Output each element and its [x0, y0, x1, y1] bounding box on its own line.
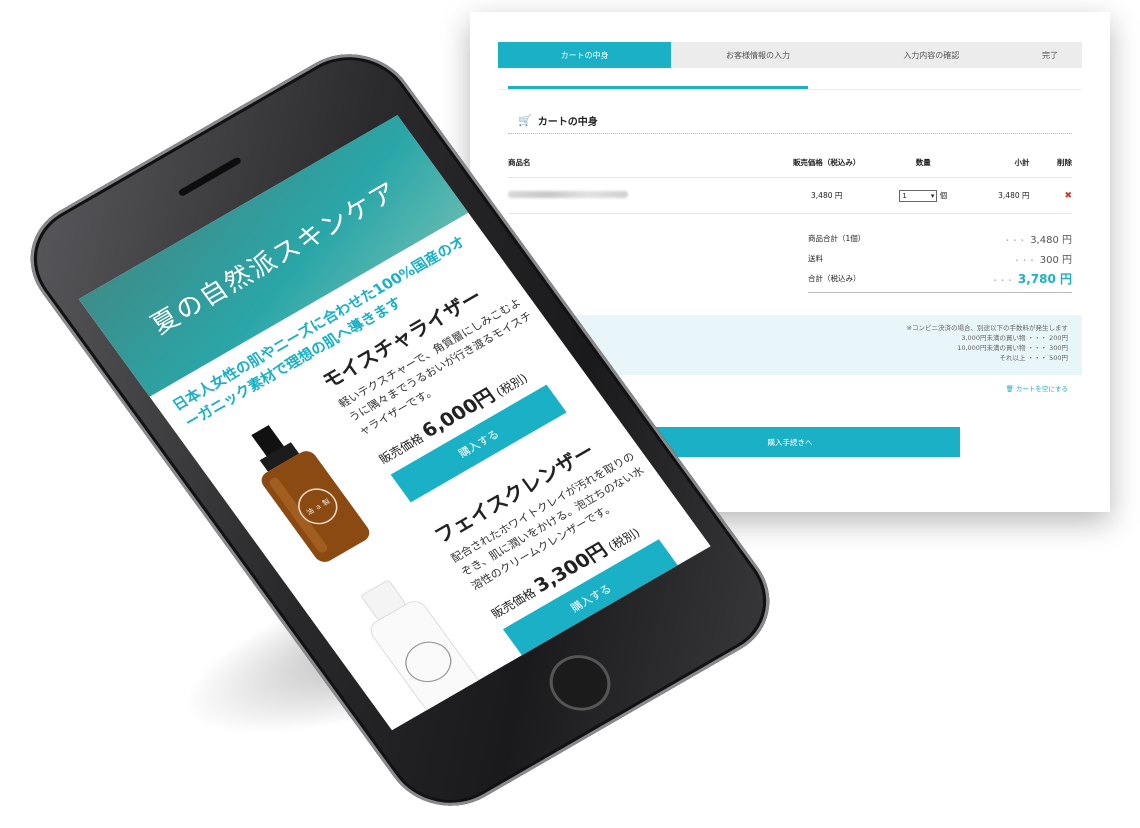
home-button[interactable]: [537, 644, 623, 721]
row-qty: 1 ▾ 個: [885, 189, 962, 202]
grand-total-amount: 3,780 円: [1017, 271, 1072, 286]
speaker-grille: [177, 156, 243, 198]
col-qty: 数量: [915, 158, 931, 167]
quantity-value: 1: [902, 191, 907, 200]
notice-line: 3,000円未満の買い物 ・・・ 200円: [961, 334, 1068, 342]
checkout-steps: カートの中身 お客様情報の入力 入力内容の確認 完了: [498, 42, 1082, 68]
row-price: 3,480 円: [811, 191, 843, 200]
chevron-down-icon: ▾: [930, 191, 935, 200]
notice-line: ※コンビニ決済の場合、別途以下の手数料が発生します: [906, 324, 1068, 332]
total-line-items: 商品合計（1個） ・・・ 3,480 円: [808, 233, 1072, 246]
blurred-product-name: [508, 191, 769, 200]
step-complete[interactable]: 完了: [1017, 42, 1082, 68]
col-price: 販売価格（税込み）: [792, 158, 861, 167]
table-row: 3,480 円 1 ▾ 個 3,480 円 ✖: [508, 178, 1072, 214]
shipping-amount: 300 円: [1039, 254, 1072, 266]
quantity-select[interactable]: 1 ▾: [899, 189, 938, 202]
items-total-amount: 3,480 円: [1030, 234, 1072, 246]
qty-unit: 個: [939, 190, 948, 200]
shipping-label: 送料: [808, 253, 823, 263]
totals: 商品合計（1個） ・・・ 3,480 円 送料 ・・・ 300 円 合計（税込み） …: [808, 228, 1072, 293]
cart-icon: 🛒: [518, 114, 532, 127]
total-line-grand: 合計（税込み） ・・・ 3,780 円: [808, 271, 1072, 286]
cart-title: 🛒 カートの中身: [508, 90, 1072, 134]
step-cart[interactable]: カートの中身: [498, 42, 672, 68]
amber-bottle-image: 油 ａ 製: [251, 425, 370, 562]
items-total-label: 商品合計（1個）: [808, 233, 866, 243]
delete-icon[interactable]: ✖: [1064, 191, 1072, 201]
step-customer-info[interactable]: お客様情報の入力: [671, 42, 845, 68]
col-product-name: 商品名: [508, 158, 531, 167]
trash-icon: 🗑: [1005, 385, 1014, 393]
row-subtotal: 3,480 円: [998, 191, 1030, 200]
white-bottle-image: [361, 580, 481, 715]
cart-title-text: カートの中身: [537, 117, 598, 128]
col-delete: 削除: [1057, 158, 1073, 167]
col-subtotal: 小計: [1014, 158, 1030, 167]
grand-total-label: 合計（税込み）: [808, 273, 861, 283]
step-confirm[interactable]: 入力内容の確認: [844, 42, 1018, 68]
table-header: 商品名 販売価格（税込み） 数量 小計 削除: [508, 148, 1072, 178]
total-line-shipping: 送料 ・・・ 300 円: [808, 253, 1072, 266]
